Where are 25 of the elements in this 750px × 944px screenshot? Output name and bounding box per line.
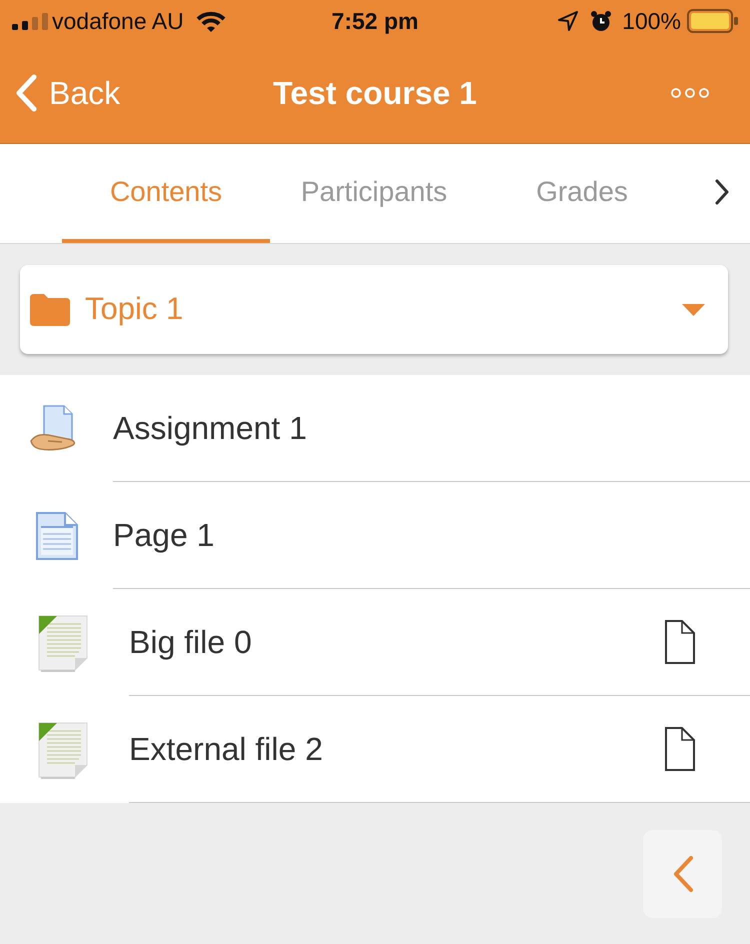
page-icon bbox=[35, 510, 79, 560]
folder-icon bbox=[30, 294, 70, 326]
more-button[interactable] bbox=[670, 86, 710, 98]
previous-section-button[interactable] bbox=[643, 830, 722, 918]
battery-icon bbox=[687, 9, 738, 33]
file-icon bbox=[665, 727, 695, 771]
chevron-left-icon bbox=[15, 74, 37, 112]
page-title: Test course 1 bbox=[273, 74, 477, 112]
carrier-name: vodafone AU bbox=[52, 6, 184, 36]
more-icon bbox=[670, 86, 710, 98]
chevron-left-icon bbox=[672, 855, 694, 893]
battery-percent: 100% bbox=[622, 6, 681, 36]
tab[interactable]: Grades bbox=[478, 144, 686, 243]
tab[interactable]: Participants bbox=[270, 144, 478, 243]
signal-icon bbox=[12, 12, 48, 30]
section-dropdown[interactable]: Topic 1 bbox=[20, 265, 728, 354]
chevron-right-icon bbox=[714, 178, 730, 204]
wifi-icon bbox=[196, 10, 226, 32]
caret-down-icon bbox=[682, 304, 705, 316]
status-time: 7:52 pm bbox=[332, 6, 418, 36]
alarm-clock-icon bbox=[590, 10, 612, 32]
location-arrow-icon bbox=[558, 11, 578, 31]
back-button[interactable]: Back bbox=[0, 74, 120, 112]
file-icon bbox=[665, 620, 695, 664]
tab[interactable]: Contents bbox=[62, 144, 270, 243]
